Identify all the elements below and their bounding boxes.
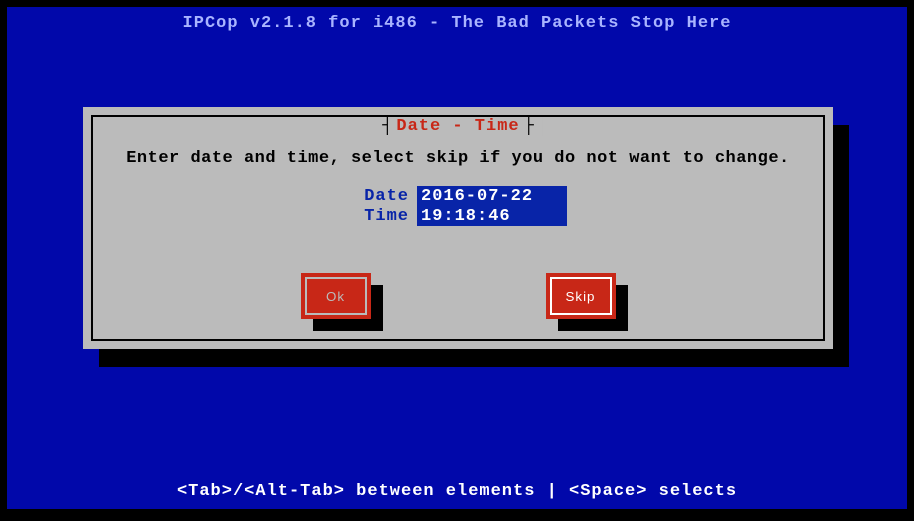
header-title: IPCop v2.1.8 for i486 - The Bad Packets … xyxy=(7,7,907,33)
skip-button-wrap: Skip xyxy=(546,273,616,319)
skip-button[interactable]: Skip xyxy=(546,273,616,319)
ok-button-wrap: Ok xyxy=(301,273,371,319)
date-row: Date xyxy=(349,186,567,206)
ok-button[interactable]: Ok xyxy=(301,273,371,319)
title-bracket-right: ├ xyxy=(524,117,534,136)
skip-button-label: Skip xyxy=(566,289,596,304)
date-label: Date xyxy=(349,187,409,206)
time-row: Time xyxy=(349,206,567,226)
instruction-text: Enter date and time, select skip if you … xyxy=(93,149,823,168)
date-time-dialog: ┤ Date - Time ├ Enter date and time, sel… xyxy=(83,107,833,349)
dialog-border: ┤ Date - Time ├ Enter date and time, sel… xyxy=(91,115,825,341)
dialog-title-wrap: ┤ Date - Time ├ xyxy=(374,117,542,136)
time-label: Time xyxy=(349,207,409,226)
field-rows: Date Time xyxy=(93,186,823,226)
ok-button-label: Ok xyxy=(326,289,345,304)
dialog-title: Date - Time xyxy=(396,117,519,136)
footer-hint: <Tab>/<Alt-Tab> between elements | <Spac… xyxy=(7,482,907,501)
title-bracket-left: ┤ xyxy=(382,117,392,136)
installer-screen: IPCop v2.1.8 for i486 - The Bad Packets … xyxy=(7,7,907,509)
date-input[interactable] xyxy=(417,186,567,206)
button-row: Ok Skip xyxy=(93,273,823,319)
time-input[interactable] xyxy=(417,206,567,226)
